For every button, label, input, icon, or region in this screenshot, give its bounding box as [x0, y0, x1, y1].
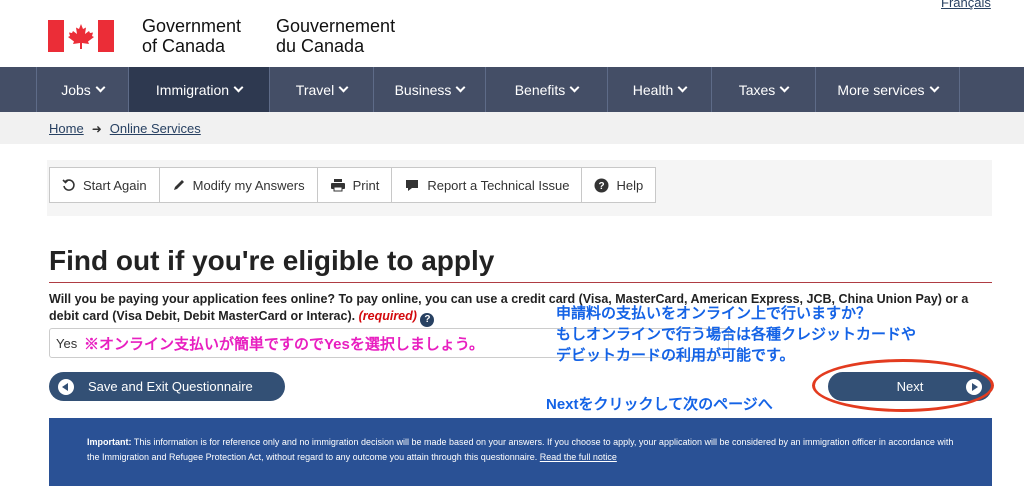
toolbar-panel: Start Again Modify my Answers Print Repo… [47, 160, 992, 216]
print-label: Print [352, 177, 380, 193]
signature-french: Gouvernement du Canada [276, 16, 396, 56]
chevron-down-icon [233, 82, 244, 93]
nav-item-label: Benefits [514, 81, 566, 98]
comment-icon [406, 180, 419, 191]
help-label: Help [616, 177, 644, 193]
chevron-down-icon [569, 82, 580, 93]
modify-answers-button[interactable]: Modify my Answers [158, 167, 318, 203]
toolbar: Start Again Modify my Answers Print Repo… [49, 167, 657, 203]
breadcrumb-home-link[interactable]: Home [49, 121, 84, 136]
print-button[interactable]: Print [316, 167, 393, 203]
select-value: Yes [56, 336, 78, 351]
restart-icon [62, 179, 75, 191]
read-full-notice-link[interactable]: Read the full notice [540, 452, 617, 462]
nav-item-health[interactable]: Health [608, 67, 712, 112]
pencil-icon [173, 180, 184, 190]
arrow-right-icon: ➜ [91, 121, 102, 136]
next-button[interactable]: Next [828, 372, 992, 401]
chevron-down-icon [95, 82, 106, 93]
main-nav: Jobs Immigration Travel Business Benefits Hea… [0, 67, 1024, 112]
signature-english: Government of Canada [142, 16, 242, 56]
nav-item-label: More services [837, 81, 925, 98]
chevron-down-icon [929, 82, 940, 93]
required-marker: (required) [358, 309, 417, 323]
nav-item-label: Business [394, 81, 452, 98]
nav-item-label: Immigration [155, 81, 230, 98]
report-issue-button[interactable]: Report a Technical Issue [391, 167, 583, 203]
nav-item-label: Jobs [61, 81, 91, 98]
save-exit-button[interactable]: Save and Exit Questionnaire [49, 372, 285, 401]
chevron-down-icon [338, 82, 349, 93]
nav-item-label: Health [632, 81, 674, 98]
notice-text: This information is for reference only a… [87, 437, 954, 462]
nav-item-more-services[interactable]: More services [816, 67, 960, 112]
help-button[interactable]: ? Help [581, 167, 657, 203]
nav-item-label: Taxes [738, 81, 776, 98]
nav-item-label: Travel [295, 81, 335, 98]
modify-answers-label: Modify my Answers [192, 177, 305, 193]
nav-item-benefits[interactable]: Benefits [486, 67, 608, 112]
canada-flag-icon [48, 20, 114, 52]
save-exit-label: Save and Exit Questionnaire [88, 379, 253, 394]
start-again-button[interactable]: Start Again [49, 167, 160, 203]
breadcrumb-bar: Home ➜ Online Services [0, 112, 1024, 144]
report-issue-label: Report a Technical Issue [427, 177, 570, 193]
gov-header: Government of Canada Gouvernement du Can… [0, 0, 1024, 67]
arrow-right-circle-icon [966, 379, 982, 395]
breadcrumb-online-services-link[interactable]: Online Services [110, 121, 201, 136]
next-label: Next [896, 379, 924, 394]
nav-item-jobs[interactable]: Jobs [36, 67, 129, 112]
annotation-select-yes: ※オンライン支払いが簡単ですのでYesを選択しましょう。 [84, 336, 484, 353]
annotation-payment-question: 申請料の支払いをオンライン上で行いますか？ もしオンラインで行う場合は各種クレジ… [556, 305, 917, 364]
question-help-icon[interactable]: ? [420, 313, 435, 327]
chevron-down-icon [779, 82, 790, 93]
chevron-down-icon [677, 82, 688, 93]
title-divider [49, 282, 992, 283]
notice-important-label: Important: [87, 437, 132, 447]
nav-item-taxes[interactable]: Taxes [712, 67, 816, 112]
question-circle-icon: ? [594, 178, 609, 192]
annotation-click-next: Nextをクリックして次のページへ [546, 396, 773, 413]
nav-item-travel[interactable]: Travel [270, 67, 374, 112]
svg-text:?: ? [599, 181, 605, 192]
important-notice: Important: This information is for refer… [49, 418, 992, 486]
start-again-label: Start Again [83, 177, 147, 193]
breadcrumb: Home ➜ Online Services [49, 121, 201, 136]
chevron-down-icon [455, 82, 466, 93]
page-title: Find out if you're eligible to apply [49, 245, 495, 276]
print-icon [330, 179, 345, 192]
nav-item-immigration[interactable]: Immigration [129, 67, 270, 112]
nav-item-business[interactable]: Business [374, 67, 486, 112]
arrow-left-circle-icon [58, 378, 74, 395]
